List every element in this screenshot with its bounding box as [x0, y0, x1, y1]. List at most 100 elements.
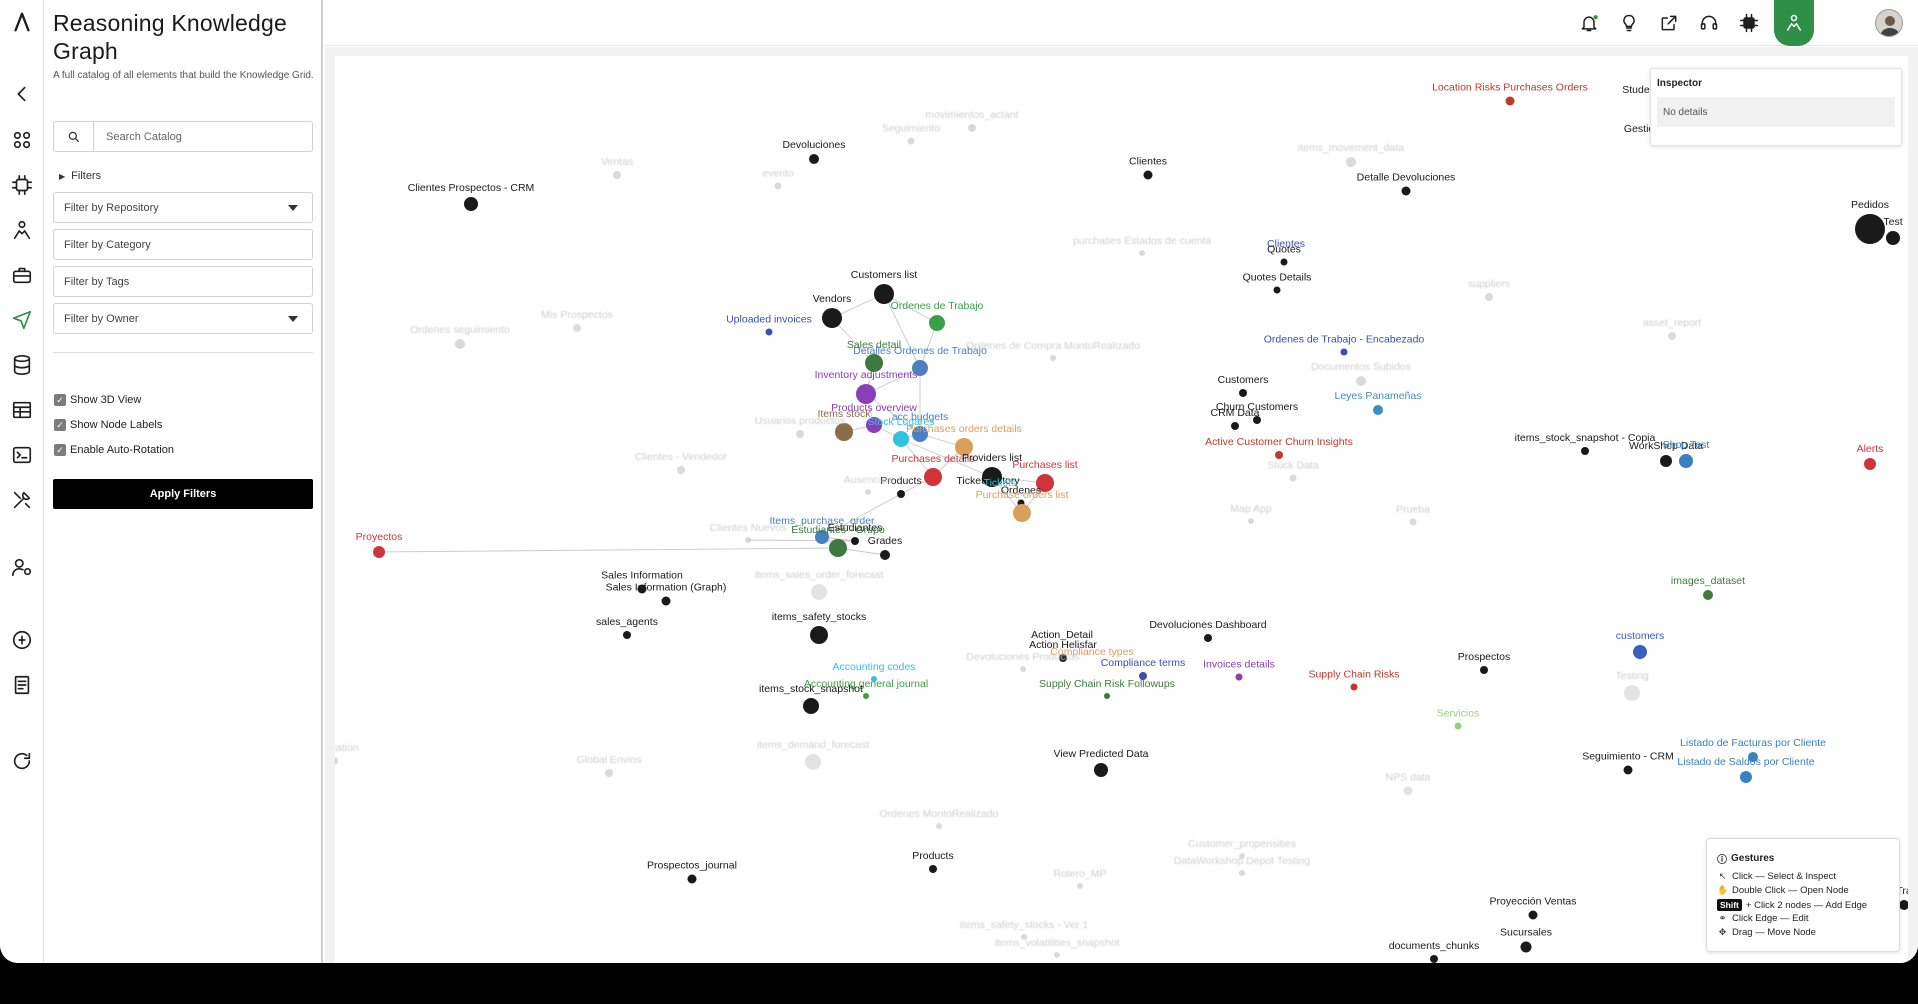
graph-node-dot[interactable] — [1248, 518, 1254, 524]
graph-node-dot[interactable] — [1855, 214, 1885, 244]
graph-node[interactable]: Customers list — [851, 269, 918, 304]
graph-node-dot[interactable] — [1480, 666, 1488, 674]
graph-node-dot[interactable] — [1054, 952, 1060, 958]
graph-node-dot[interactable] — [1350, 683, 1358, 691]
graph-node-dot[interactable] — [677, 466, 685, 474]
graph-node-dot[interactable] — [464, 197, 478, 211]
graph-node-dot[interactable] — [1231, 422, 1239, 430]
graph-node[interactable]: Ordenes de Trabajo - Encabezado — [1264, 334, 1425, 356]
graph-node-dot[interactable] — [1899, 900, 1908, 910]
graph-node-dot[interactable] — [605, 769, 613, 777]
graph-node[interactable]: Invoices details — [1203, 659, 1275, 681]
table-icon[interactable] — [10, 398, 34, 422]
graph-node-dot[interactable] — [810, 626, 828, 644]
graph-node[interactable]: Rotero_MP — [1053, 868, 1107, 889]
graph-node[interactable]: items_safety_stocks — [772, 611, 867, 644]
agent-icon[interactable] — [10, 218, 34, 242]
graph-node[interactable]: Vendors — [813, 293, 852, 328]
graph-node-dot[interactable] — [1624, 685, 1640, 701]
graph-node[interactable]: Quotes — [1267, 244, 1301, 266]
checkbox-checked-icon[interactable]: ✓ — [54, 419, 66, 431]
graph-node[interactable]: Ordenes seguimiento — [410, 324, 510, 349]
graph-node-dot[interactable] — [335, 757, 338, 765]
graph-node[interactable]: asset_report — [1643, 317, 1701, 340]
graph-node-dot[interactable] — [1050, 355, 1056, 361]
graph-node-dot[interactable] — [856, 384, 876, 404]
avatar[interactable] — [1875, 9, 1903, 37]
graph-node-dot[interactable] — [936, 823, 942, 829]
graph-node-dot[interactable] — [805, 754, 821, 770]
graph-node[interactable]: purchases Estados de cuenta — [1073, 235, 1212, 256]
graph-node[interactable]: NPS data — [1386, 772, 1431, 796]
graph-node[interactable]: items_movement_data — [1298, 142, 1404, 167]
graph-edge[interactable] — [378, 547, 839, 553]
graph-node-dot[interactable] — [1013, 504, 1031, 522]
back-arrow-icon[interactable] — [10, 82, 34, 106]
graph-node-dot[interactable] — [1403, 786, 1413, 796]
graph-node[interactable]: Evaluation — [335, 742, 359, 765]
graph-node[interactable]: items_demand_forecast — [757, 739, 869, 770]
graph-node-dot[interactable] — [1660, 455, 1672, 467]
graph-node[interactable]: Devoluciones Productos — [966, 651, 1080, 672]
graph-node[interactable]: Supply Chain Risks — [1308, 669, 1400, 691]
graph-node[interactable]: Churn Customers — [1216, 401, 1298, 424]
graph-node[interactable]: Active Customer Churn Insights — [1205, 436, 1353, 459]
graph-node-dot[interactable] — [811, 584, 827, 600]
filters-toggle[interactable]: ▶ Filters — [59, 170, 101, 182]
graph-node[interactable]: documents_chunks — [1389, 940, 1479, 963]
graph-node-dot[interactable] — [1094, 763, 1108, 777]
graph-node[interactable]: evento — [762, 168, 794, 190]
graph-node[interactable]: Seguimiento - CRM — [1582, 751, 1674, 775]
graph-node-dot[interactable] — [765, 328, 773, 336]
graph-node[interactable]: Supply Chain Risk Followups — [1039, 678, 1175, 699]
graph-node[interactable]: images_dataset — [1671, 575, 1745, 600]
lightbulb-icon[interactable] — [1617, 11, 1641, 35]
graph-node-dot[interactable] — [1280, 258, 1288, 266]
database-icon[interactable] — [10, 353, 34, 377]
filter-category-input[interactable]: Filter by Category — [53, 229, 313, 260]
tools-icon[interactable] — [10, 488, 34, 512]
graph-node-dot[interactable] — [1409, 518, 1417, 526]
show-node-labels-checkbox[interactable]: ✓ Show Node Labels — [54, 419, 162, 431]
graph-node-dot[interactable] — [1633, 645, 1647, 659]
graph-node[interactable]: Clientes Prospectos - CRM — [408, 182, 535, 211]
graph-node[interactable]: Prospectos — [1458, 651, 1511, 674]
headset-icon[interactable] — [1697, 11, 1721, 35]
graph-node-dot[interactable] — [1289, 474, 1297, 482]
graph-node-dot[interactable] — [851, 537, 859, 545]
user-settings-icon[interactable] — [10, 555, 34, 579]
graph-node-dot[interactable] — [1505, 96, 1515, 106]
graph-node-dot[interactable] — [1668, 332, 1676, 340]
graph-node[interactable]: Devoluciones Dashboard — [1149, 619, 1267, 642]
knowledge-graph-canvas[interactable]: Location Risks Purchases Orders Student A… — [335, 56, 1908, 963]
graph-node[interactable]: Ordenes de Compra MontoRealizado — [966, 340, 1140, 361]
graph-node-dot[interactable] — [687, 874, 697, 884]
graph-node-dot[interactable] — [1273, 286, 1281, 294]
graph-node-dot[interactable] — [1239, 389, 1247, 397]
graph-node[interactable]: sales_agents — [596, 616, 658, 639]
graph-node[interactable]: Documentos Subidos — [1311, 361, 1411, 386]
graph-node[interactable]: Clientes - Vendedor — [635, 451, 728, 474]
graph-node-dot[interactable] — [1235, 673, 1243, 681]
graph-node-dot[interactable] — [1430, 955, 1438, 963]
graph-node-dot[interactable] — [809, 154, 819, 164]
dashboard-icon[interactable] — [10, 128, 34, 152]
graph-node-dot[interactable] — [803, 698, 819, 714]
graph-node[interactable]: Proyectos — [356, 531, 403, 558]
graph-node-dot[interactable] — [1340, 348, 1348, 356]
search-icon[interactable] — [54, 122, 94, 151]
graph-node[interactable]: Prospectos_journal — [647, 860, 737, 884]
search-input[interactable] — [94, 122, 312, 151]
graph-node[interactable]: Alerts — [1857, 443, 1884, 470]
graph-node-dot[interactable] — [907, 137, 915, 145]
graph-node[interactable]: Devoluciones — [782, 139, 846, 164]
graph-node[interactable]: Clientes — [1129, 156, 1167, 180]
graph-node-dot[interactable] — [897, 490, 905, 498]
graph-node[interactable]: Ausencias — [844, 474, 892, 495]
graph-node-dot[interactable] — [661, 596, 671, 606]
chip-icon[interactable] — [1737, 11, 1761, 35]
bell-icon[interactable] — [1577, 11, 1601, 35]
graph-node-dot[interactable] — [1020, 666, 1026, 672]
agent-button[interactable] — [1774, 0, 1814, 46]
graph-node[interactable]: Proyección Ventas — [1490, 896, 1577, 920]
